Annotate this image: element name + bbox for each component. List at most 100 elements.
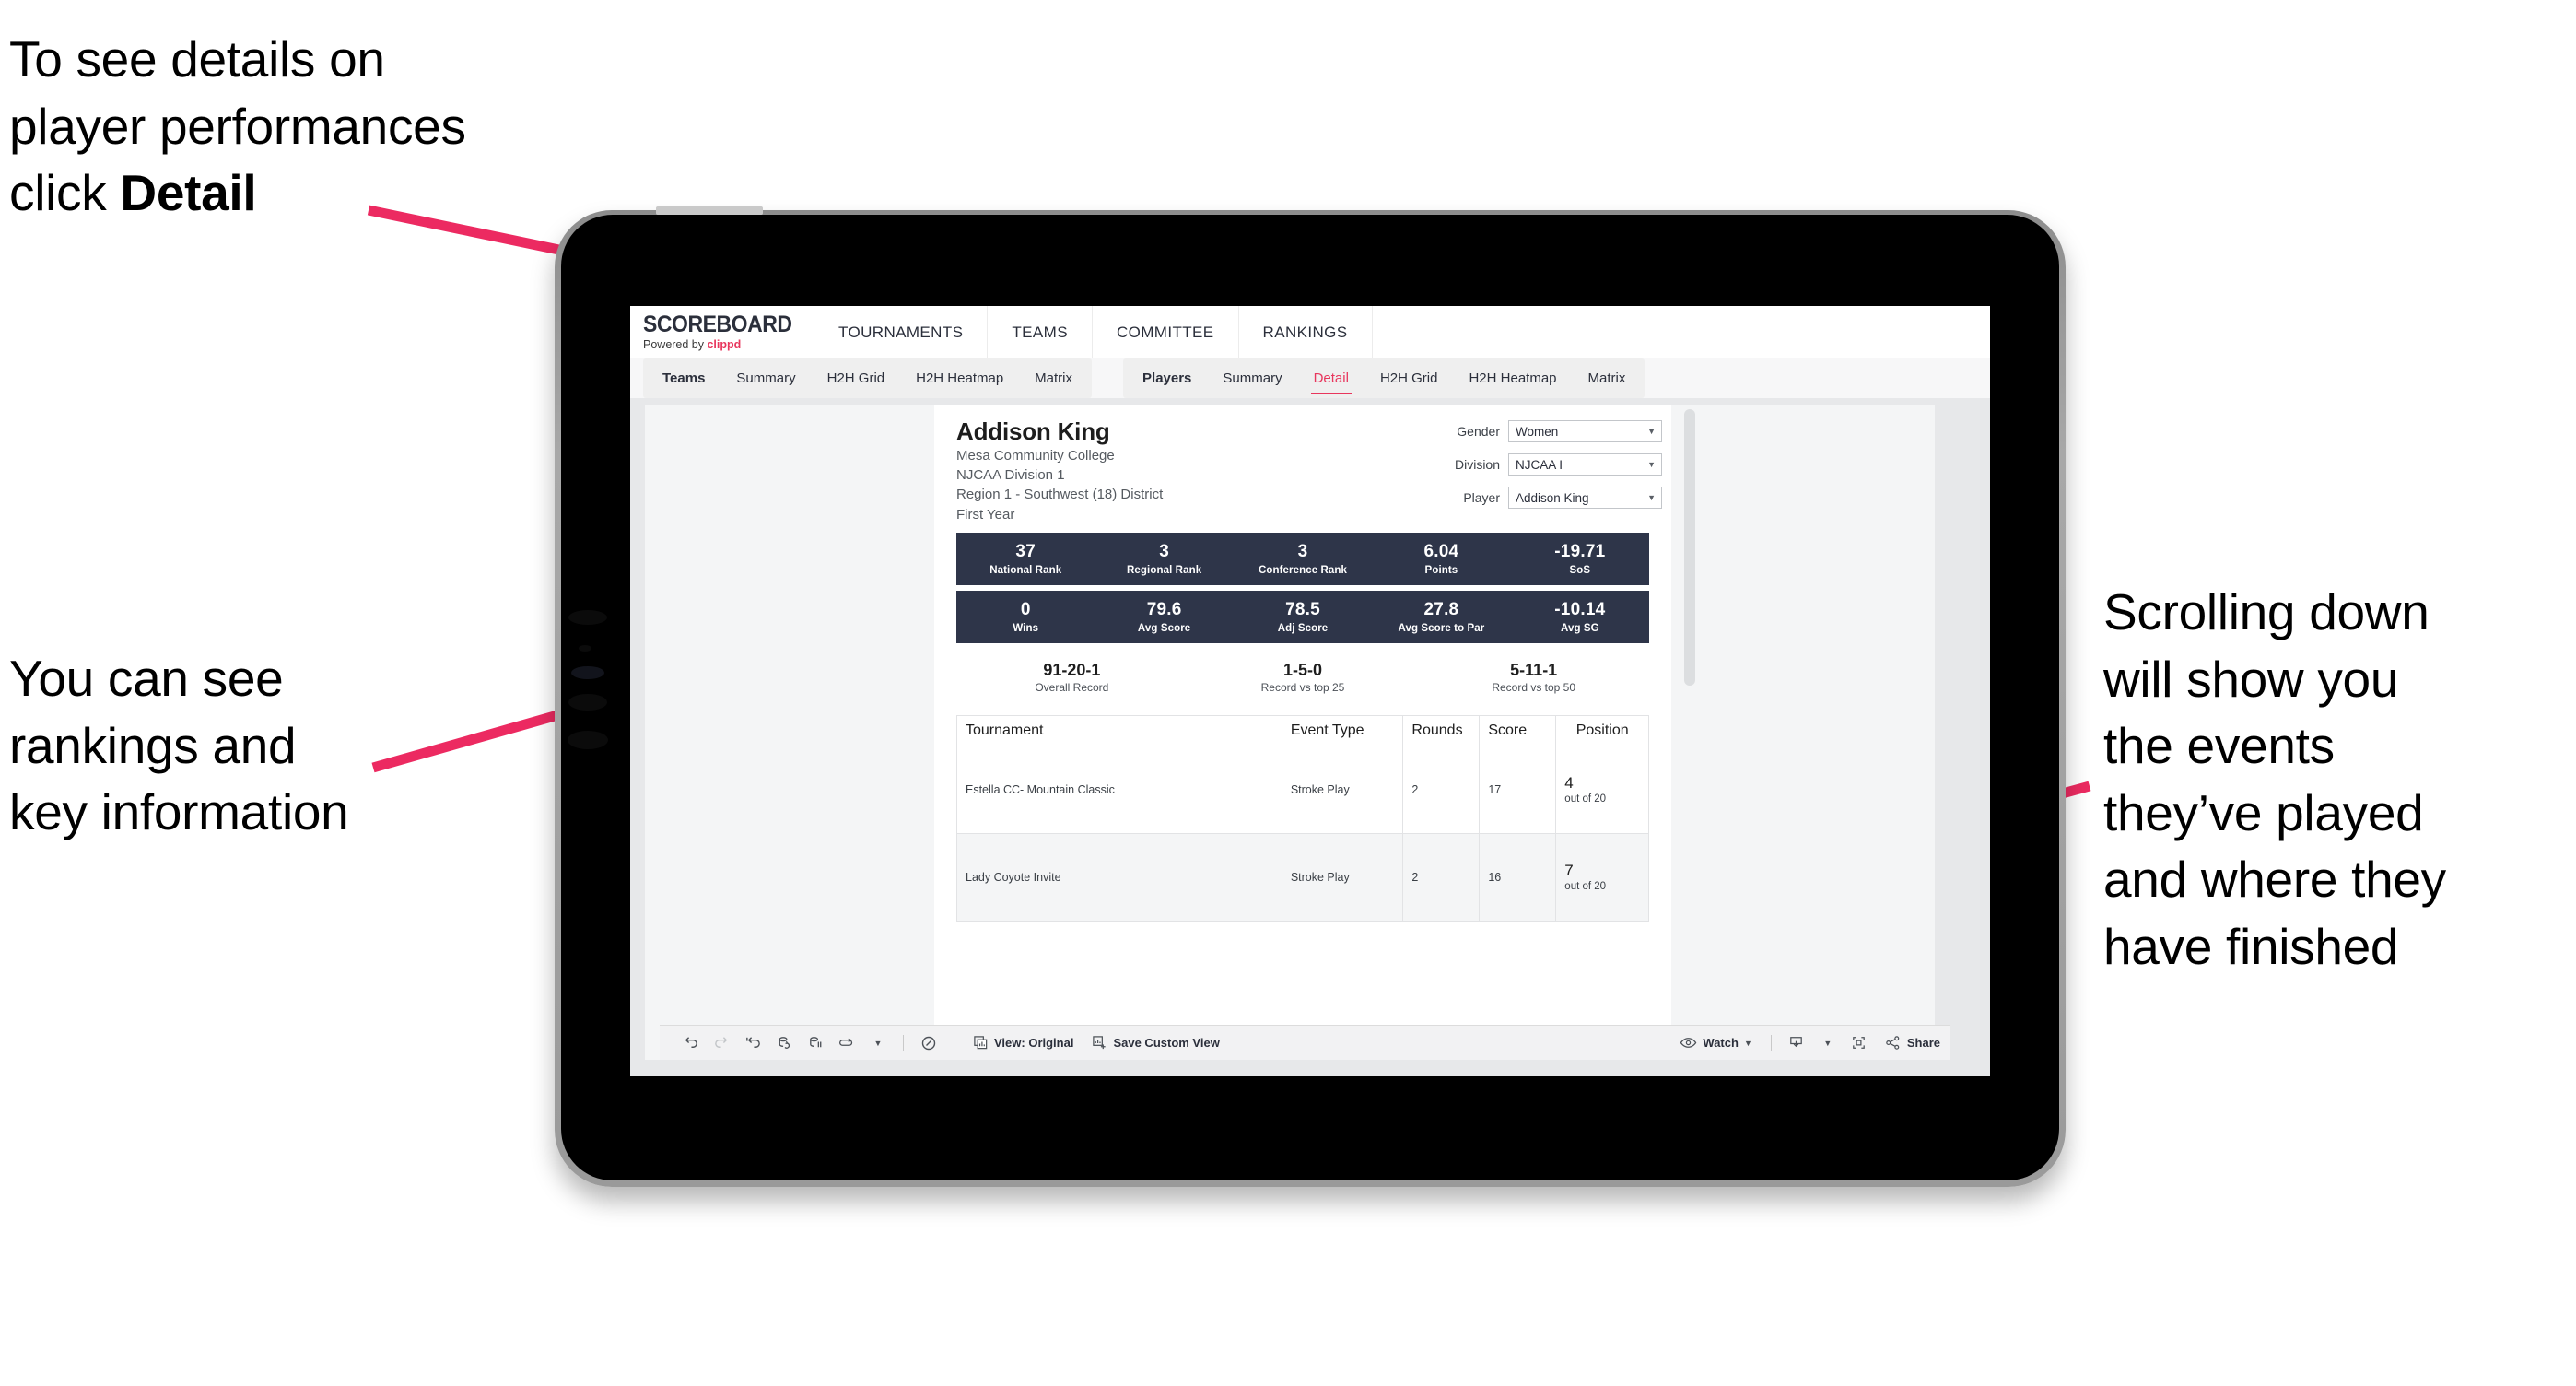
filter-player-label: Player [1463,490,1500,505]
save-custom-view-label: Save Custom View [1113,1036,1220,1050]
record-vs-top-50: 5-11-1 Record vs top 50 [1418,661,1649,695]
stat-label: SoS [1569,564,1591,576]
tab-players-matrix[interactable]: Matrix [1573,358,1642,398]
share-label: Share [1906,1036,1940,1050]
refresh-data-icon[interactable] [768,1026,800,1061]
tab-teams-h2h-heatmap[interactable]: H2H Heatmap [900,358,1019,398]
tablet-camera [571,666,604,679]
loop-icon[interactable] [831,1026,862,1061]
tab-teams-summary[interactable]: Summary [720,358,811,398]
filter-player-select[interactable]: Addison King ▼ [1508,487,1662,509]
download-dropdown-caret-icon[interactable]: ▼ [1812,1026,1844,1061]
stat-sos: -19.71 SoS [1511,542,1649,576]
record-vs-top-25: 1-5-0 Record vs top 25 [1188,661,1419,695]
secondary-tab-strip: Teams Summary H2H Grid H2H Heatmap Matri… [630,358,1990,399]
view-original-button[interactable]: View: Original [964,1026,1083,1061]
stat-label: Avg Score [1137,622,1191,634]
record-value: 1-5-0 [1282,660,1323,679]
top-navigation-bar: SCOREBOARD Powered by clippd TOURNAMENTS… [630,306,1990,359]
column-header-tournament[interactable]: Tournament [956,715,1282,746]
filter-player: Player Addison King ▼ [1413,487,1662,509]
position-out-of: out of 20 [1564,793,1607,805]
player-region: Region 1 - Southwest (18) District [956,487,1164,503]
revert-icon[interactable] [737,1026,768,1061]
stat-value: 3 [1297,542,1308,562]
stat-regional-rank: 3 Regional Rank [1095,542,1233,576]
record-label: Record vs top 50 [1492,681,1576,695]
callout-scrolling-text: Scrolling down will show you the events … [2103,583,2446,975]
cell-rounds: 2 [1402,746,1481,834]
vertical-scrollbar[interactable] [1684,409,1695,686]
table-header-row: Tournament Event Type Rounds Score Posit… [956,715,1649,746]
topnav-rankings[interactable]: RANKINGS [1239,306,1373,358]
topnav-tournaments[interactable]: TOURNAMENTS [814,306,989,358]
player-year: First Year [956,506,1015,523]
app-logo[interactable]: SCOREBOARD Powered by clippd [630,306,814,358]
column-header-score[interactable]: Score [1479,715,1557,746]
chevron-down-icon: ▼ [1743,1038,1752,1048]
tab-players-h2h-grid[interactable]: H2H Grid [1364,358,1454,398]
filter-division-value: NJCAA I [1516,457,1563,472]
watch-button[interactable]: Watch ▼ [1670,1026,1761,1061]
player-school: Mesa Community College [956,447,1115,464]
cell-event-type: Stroke Play [1281,746,1404,834]
filter-gender-value: Women [1516,424,1559,439]
tab-teams[interactable]: Teams [647,358,720,398]
stat-national-rank: 37 National Rank [956,542,1095,576]
undo-icon[interactable] [674,1026,706,1061]
column-header-event-type[interactable]: Event Type [1281,715,1404,746]
table-row[interactable]: Lady Coyote Invite Stroke Play 2 16 7 ou… [956,833,1649,922]
callout-detail-text: To see details on player performances cl… [9,26,617,227]
stat-wins: 0 Wins [956,600,1095,634]
tab-teams-matrix[interactable]: Matrix [1019,358,1088,398]
tab-group-players: Players Summary Detail H2H Grid H2H Heat… [1123,358,1645,398]
tab-players[interactable]: Players [1127,358,1207,398]
chevron-down-icon: ▼ [1647,492,1656,502]
filter-gender-select[interactable]: Women ▼ [1508,420,1662,442]
share-button[interactable]: Share [1875,1026,1950,1061]
filter-division-select[interactable]: NJCAA I ▼ [1508,453,1662,476]
pause-auto-update-icon[interactable] [800,1026,831,1061]
fullscreen-icon[interactable] [1844,1026,1875,1061]
record-overall: 91-20-1 Overall Record [956,661,1188,695]
filter-division: Division NJCAA I ▼ [1413,453,1662,476]
save-custom-view-button[interactable]: Save Custom View [1083,1026,1228,1061]
stat-label: Wins [1013,622,1039,634]
column-header-rounds[interactable]: Rounds [1402,715,1481,746]
view-original-label: View: Original [994,1036,1074,1050]
table-row[interactable]: Estella CC- Mountain Classic Stroke Play… [956,746,1649,834]
download-icon[interactable] [1781,1026,1812,1061]
workspace: Addison King Mesa Community College NJCA… [630,398,1990,1076]
cell-event-type: Stroke Play [1281,833,1404,922]
cell-rounds: 2 [1402,833,1481,922]
position-out-of: out of 20 [1564,881,1607,893]
filter-gender: Gender Women ▼ [1413,420,1662,442]
stats-row-rankings: 37 National Rank 3 Regional Rank 3 Confe… [956,533,1649,585]
topnav-teams[interactable]: TEAMS [988,306,1093,358]
tab-players-summary[interactable]: Summary [1207,358,1297,398]
tablet-screen: SCOREBOARD Powered by clippd TOURNAMENTS… [630,306,1990,1076]
stat-avg-sg: -10.14 Avg SG [1511,600,1649,634]
save-view-icon [1093,1036,1107,1050]
tab-group-teams: Teams Summary H2H Grid H2H Heatmap Matri… [643,358,1093,398]
tablet-side-button-4 [568,731,608,749]
column-header-position[interactable]: Position [1555,715,1649,746]
eye-icon [1680,1038,1697,1048]
stat-avg-score: 79.6 Avg Score [1095,600,1233,634]
redo-icon[interactable] [706,1026,737,1061]
cell-tournament: Estella CC- Mountain Classic [956,746,1282,834]
stat-label: Regional Rank [1127,564,1202,576]
pause-refresh-icon[interactable] [913,1026,944,1061]
filter-gender-label: Gender [1457,424,1500,439]
tablet-side-button-2 [579,645,591,652]
topnav-committee[interactable]: COMMITTEE [1093,306,1239,358]
loop-dropdown-caret-icon[interactable]: ▼ [862,1026,894,1061]
record-label: Overall Record [1035,681,1109,695]
tablet-side-button-3 [568,694,607,711]
tablet-top-notch [656,206,763,215]
tab-players-detail[interactable]: Detail [1298,358,1364,398]
tab-players-h2h-heatmap[interactable]: H2H Heatmap [1453,358,1572,398]
tab-teams-h2h-grid[interactable]: H2H Grid [812,358,901,398]
stat-value: -10.14 [1554,600,1606,620]
cell-score: 16 [1479,833,1557,922]
